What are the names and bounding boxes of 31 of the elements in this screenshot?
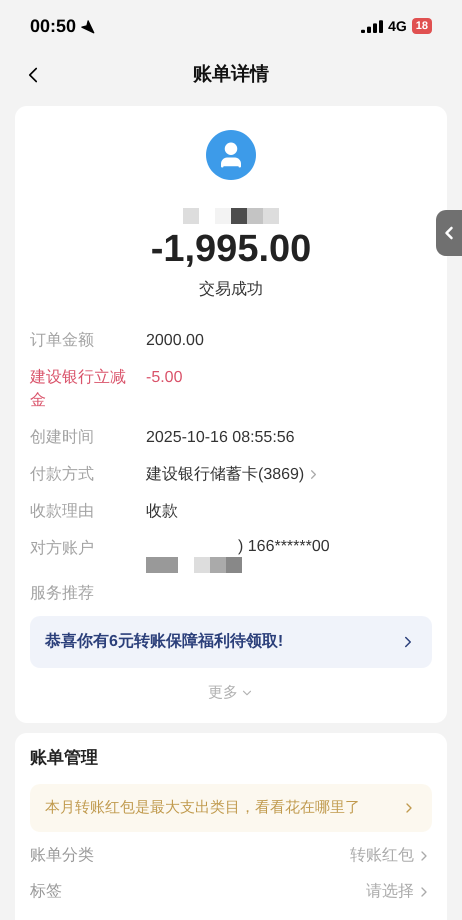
- location-arrow-icon: [80, 18, 96, 34]
- payment-method-link[interactable]: 建设银行储蓄卡(3869): [146, 463, 322, 486]
- detail-label: 订单金额: [30, 330, 95, 351]
- detail-label: 收款理由: [30, 502, 95, 522]
- detail-label: 付款方式: [30, 464, 95, 485]
- page-title: 账单详情: [193, 62, 269, 87]
- signal-icon: [361, 20, 384, 32]
- network-type: 4G: [388, 16, 407, 36]
- transaction-status: 交易成功: [199, 280, 263, 300]
- promo-banner[interactable]: 恭喜你有6元转账保障福利待领取!: [30, 616, 432, 668]
- detail-label: 创建时间: [30, 428, 95, 448]
- detail-label: 建设银行立减金: [30, 368, 127, 411]
- detail-value: -5.00: [146, 368, 182, 388]
- detail-value: 2025-10-16 08:55:56: [146, 428, 295, 448]
- amount: -1,995.00: [150, 227, 312, 272]
- spending-tip-banner[interactable]: 本月转账红包是最大支出类目，看看花在哪里了: [30, 784, 432, 832]
- side-tab-button[interactable]: [436, 210, 462, 256]
- detail-value: 收款: [146, 502, 178, 522]
- setting-value[interactable]: 请选择: [366, 880, 432, 904]
- status-time: 00:50: [30, 14, 76, 38]
- more-button[interactable]: 更多: [208, 678, 254, 708]
- battery-level: 18: [412, 18, 432, 34]
- detail-value: 2000.00: [146, 331, 204, 351]
- setting-label: 账单分类: [30, 846, 94, 866]
- detail-label: 服务推荐: [30, 584, 95, 604]
- detail-value: ) 166******00: [237, 537, 330, 557]
- setting-label: 标签: [30, 882, 62, 902]
- setting-value[interactable]: 转账红包: [350, 844, 432, 868]
- section-title: 账单管理: [30, 746, 99, 768]
- detail-label: 对方账户: [30, 538, 95, 559]
- avatar-icon: [206, 130, 256, 180]
